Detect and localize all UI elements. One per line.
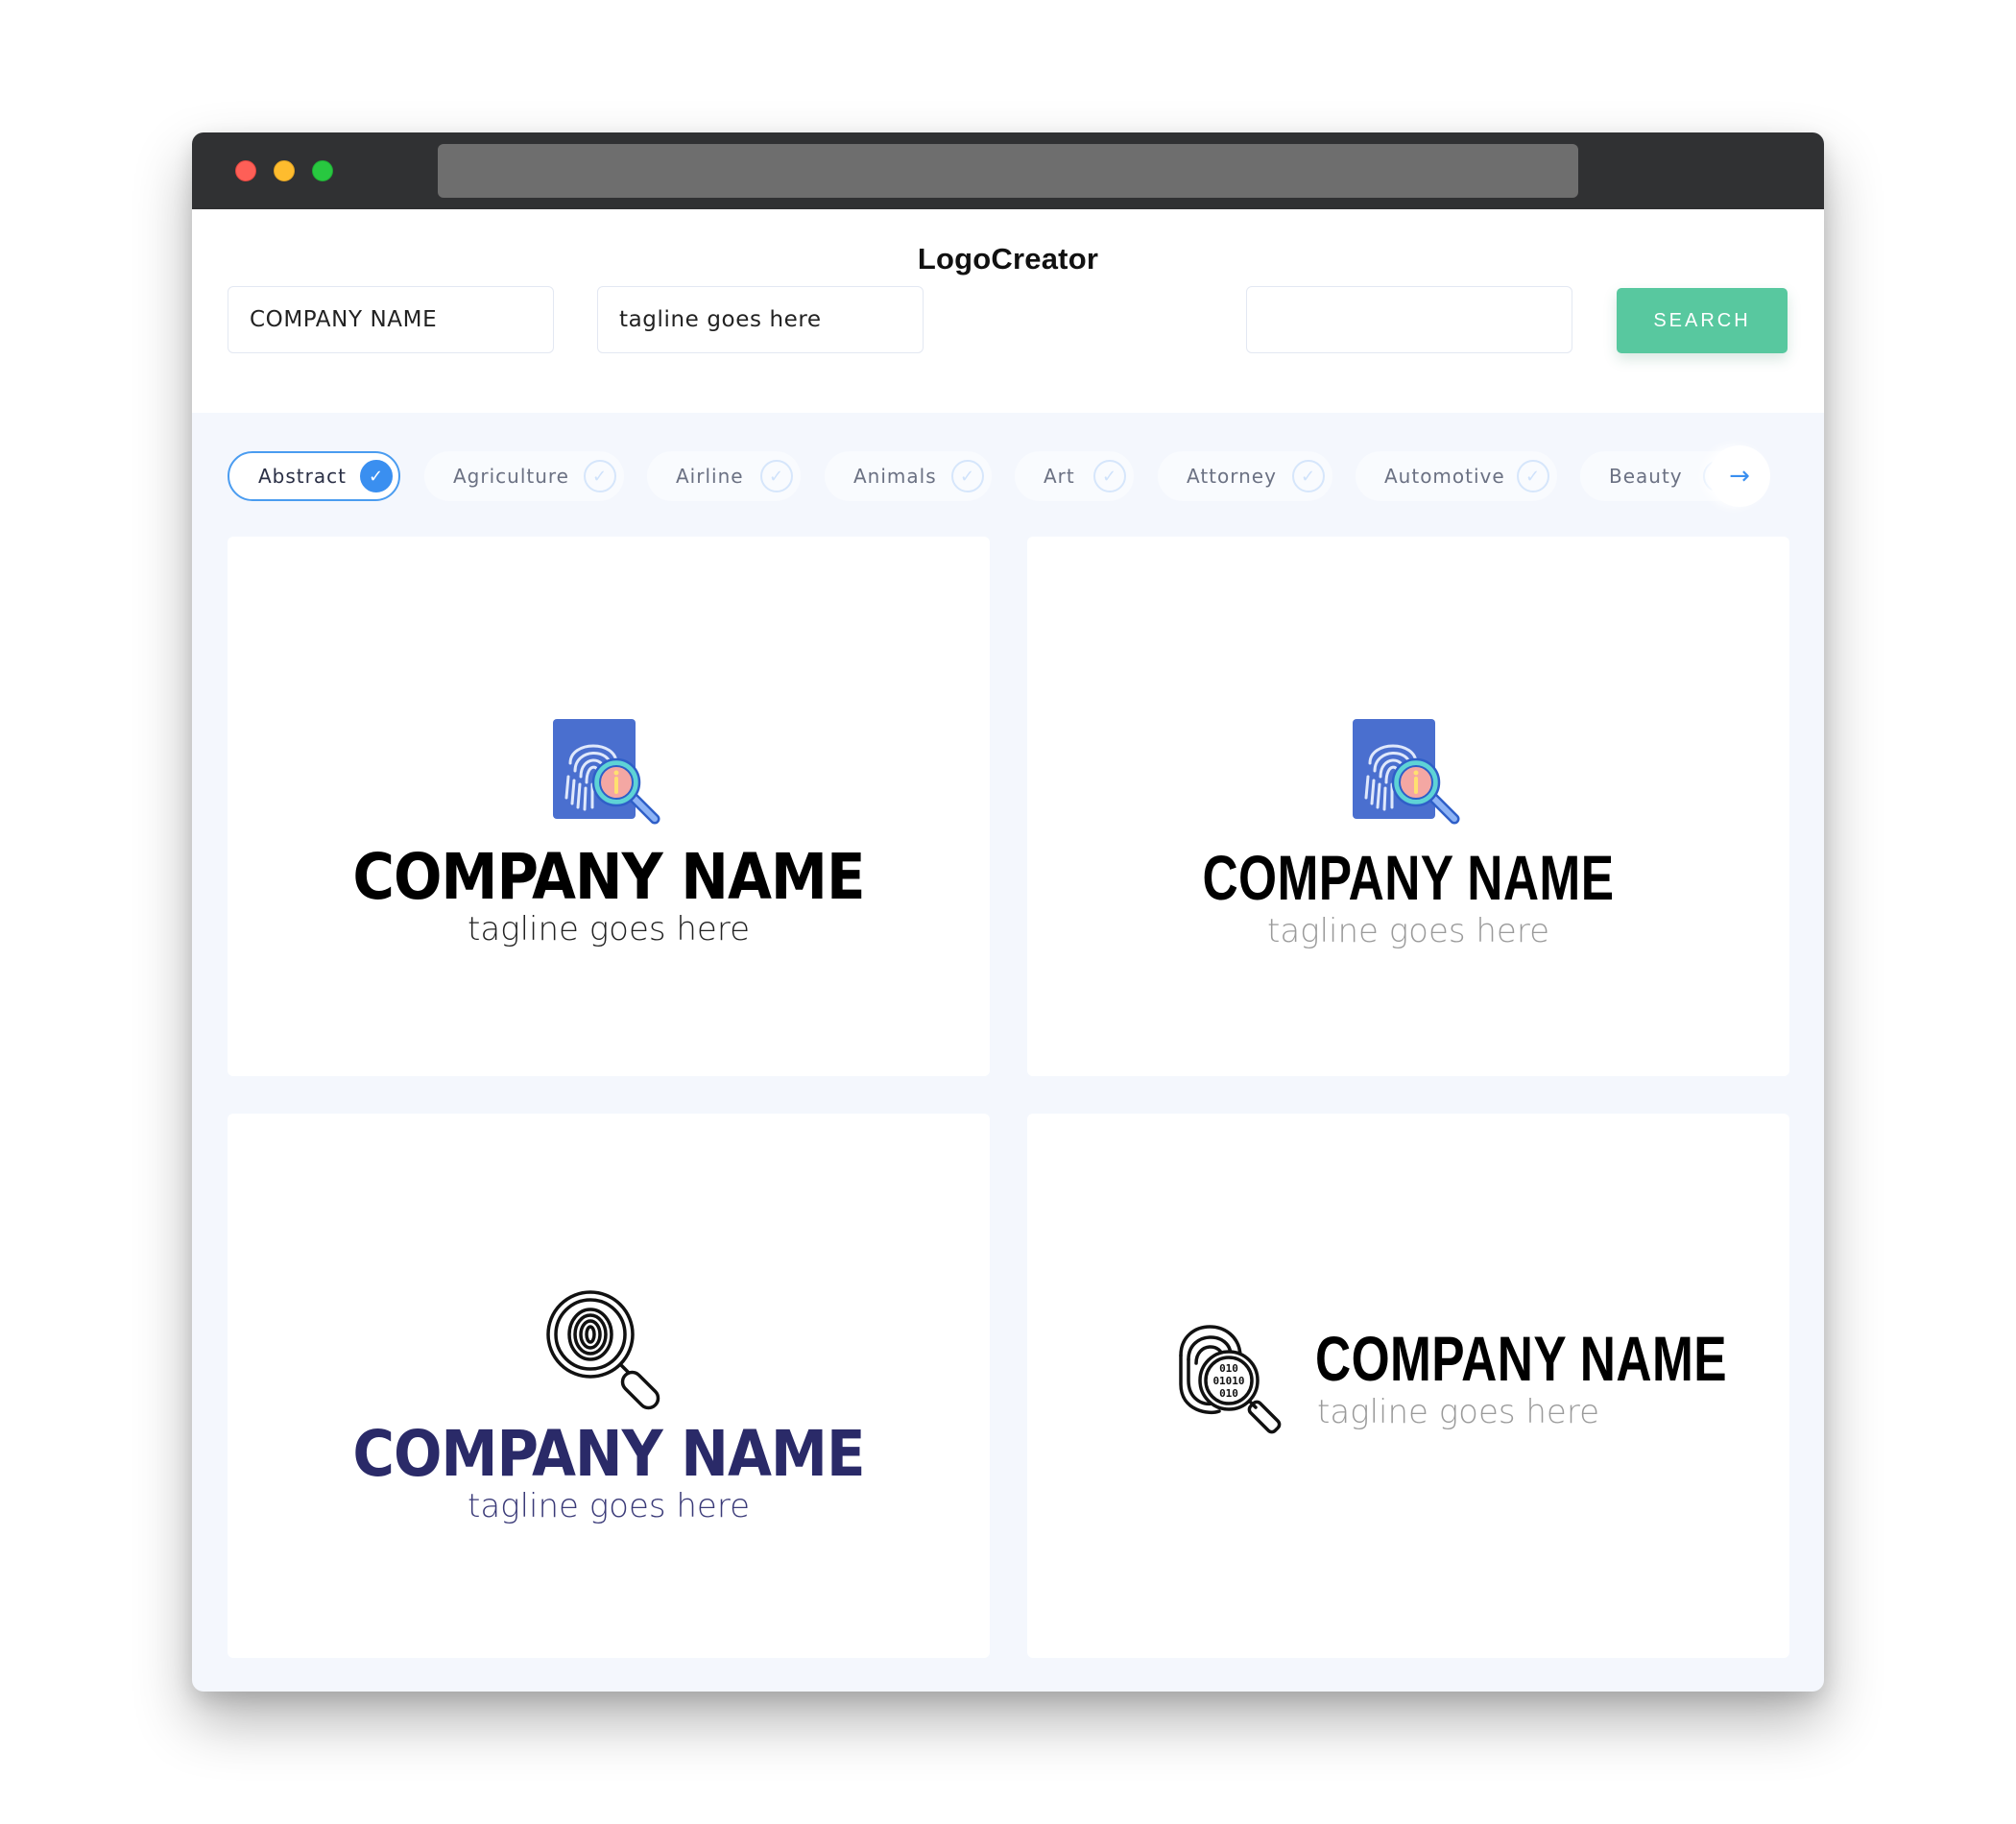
next-categories-button[interactable]: → bbox=[1709, 445, 1770, 507]
category-chip-label: Beauty bbox=[1609, 465, 1683, 488]
logo-card[interactable]: 010 01010 010 COMPANY NAME tagline goes … bbox=[1027, 1114, 1789, 1658]
fingerprint-document-search-icon bbox=[549, 719, 668, 834]
logo-card[interactable]: COMPANY NAME tagline goes here bbox=[228, 1114, 990, 1658]
binary-line-1: 010 bbox=[1219, 1362, 1238, 1375]
check-icon: ✓ bbox=[1292, 460, 1325, 492]
company-name-input[interactable]: COMPANY NAME bbox=[228, 286, 554, 353]
category-chip-art[interactable]: Art ✓ bbox=[1015, 451, 1134, 501]
company-name-text: COMPANY NAME bbox=[1202, 842, 1615, 913]
category-chip-abstract[interactable]: Abstract ✓ bbox=[228, 451, 400, 501]
close-window-button[interactable] bbox=[235, 160, 256, 181]
fingerprint-magnifier-icon bbox=[544, 1288, 673, 1417]
category-chip-agriculture[interactable]: Agriculture ✓ bbox=[424, 451, 624, 501]
category-chip-label: Automotive bbox=[1384, 465, 1505, 488]
fingerprint-binary-magnifier-icon: 010 01010 010 bbox=[1171, 1317, 1296, 1446]
arrow-right-icon: → bbox=[1729, 462, 1750, 491]
fingerprint-document-search-icon bbox=[1349, 719, 1468, 834]
category-chip-label: Agriculture bbox=[453, 465, 569, 488]
search-button[interactable]: SEARCH bbox=[1617, 288, 1788, 353]
category-chip-label: Art bbox=[1044, 465, 1075, 488]
category-chip-attorney[interactable]: Attorney ✓ bbox=[1158, 451, 1332, 501]
logo-card[interactable]: COMPANY NAME tagline goes here bbox=[1027, 537, 1789, 1076]
company-name-text: COMPANY NAME bbox=[1315, 1323, 1727, 1394]
category-chip-airline[interactable]: Airline ✓ bbox=[647, 451, 801, 501]
tagline-text: tagline goes here bbox=[1317, 1393, 1599, 1431]
category-chip-label: Animals bbox=[853, 465, 937, 488]
tagline-input[interactable]: tagline goes here bbox=[597, 286, 924, 353]
tagline-text: tagline goes here bbox=[468, 1487, 750, 1525]
company-name-text: COMPANY NAME bbox=[352, 1417, 865, 1491]
minimize-window-button[interactable] bbox=[274, 160, 295, 181]
check-icon: ✓ bbox=[584, 460, 616, 492]
logo-card[interactable]: COMPANY NAME tagline goes here bbox=[228, 537, 990, 1076]
check-icon: ✓ bbox=[1093, 460, 1126, 492]
category-chip-label: Airline bbox=[676, 465, 744, 488]
brand-logo[interactable]: LogoCreator bbox=[918, 242, 1098, 276]
check-icon: ✓ bbox=[360, 460, 393, 492]
check-icon: ✓ bbox=[951, 460, 984, 492]
maximize-window-button[interactable] bbox=[312, 160, 333, 181]
address-bar[interactable] bbox=[438, 144, 1578, 198]
category-chip-animals[interactable]: Animals ✓ bbox=[825, 451, 992, 501]
keyword-input[interactable] bbox=[1246, 286, 1572, 353]
category-chip-label: Attorney bbox=[1187, 465, 1277, 488]
check-icon: ✓ bbox=[760, 460, 793, 492]
tagline-text: tagline goes here bbox=[468, 910, 750, 948]
category-chip-automotive[interactable]: Automotive ✓ bbox=[1356, 451, 1557, 501]
check-icon: ✓ bbox=[1517, 460, 1549, 492]
category-filter-bar: Abstract ✓ Agriculture ✓ Airline ✓ Anima… bbox=[192, 428, 1824, 507]
category-chip-label: Abstract bbox=[258, 465, 347, 488]
browser-chrome bbox=[192, 132, 1824, 209]
browser-window: LogoCreator COMPANY NAME tagline goes he… bbox=[192, 132, 1824, 1692]
tagline-text: tagline goes here bbox=[1267, 912, 1549, 950]
binary-line-2: 01010 bbox=[1212, 1375, 1244, 1387]
binary-line-3: 010 bbox=[1219, 1387, 1238, 1400]
company-name-text: COMPANY NAME bbox=[352, 840, 865, 914]
